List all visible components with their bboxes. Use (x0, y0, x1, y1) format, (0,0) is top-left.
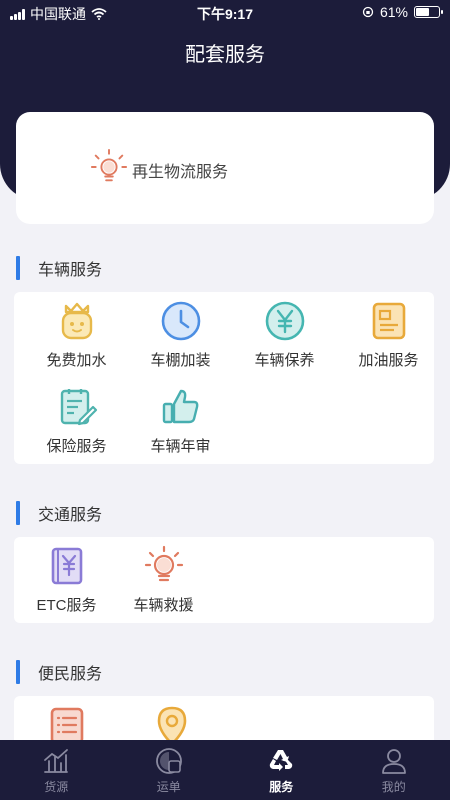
section-title-traffic: 交通服务 (16, 501, 102, 525)
section-title-convenience: 便民服务 (16, 660, 102, 684)
service-free-water[interactable]: 免费加水 (24, 292, 129, 376)
thumbs-up-icon (162, 389, 199, 424)
recycle-icon (270, 750, 293, 771)
edit-document-icon (60, 389, 98, 426)
tab-services[interactable]: 服务 (225, 740, 338, 800)
service-annual-inspection[interactable]: 车辆年审 (128, 378, 233, 462)
service-fuel[interactable]: 加油服务 (336, 292, 441, 376)
service-label: 免费加水 (46, 352, 107, 369)
user-icon (381, 749, 406, 774)
service-rescue[interactable]: 车辆救援 (111, 537, 216, 621)
crown-face-icon (61, 302, 93, 340)
section-title-text: 车辆服务 (38, 262, 103, 279)
tab-label: 货源 (44, 780, 69, 794)
service-label: 保险服务 (46, 438, 107, 455)
service-etc[interactable]: ETC服务 (14, 537, 119, 621)
service-insurance[interactable]: 保险服务 (24, 378, 129, 462)
service-maintenance[interactable]: 车辆保养 (232, 292, 337, 376)
battery-icon (414, 6, 443, 18)
service-label: 车棚加装 (150, 352, 211, 369)
waybill-icon (155, 748, 182, 774)
lightbulb-icon (90, 148, 128, 182)
section-title-vehicle: 车辆服务 (16, 256, 102, 280)
featured-service-label: 再生物流服务 (132, 164, 229, 181)
service-label: ETC服务 (36, 597, 97, 614)
tab-label: 运单 (156, 780, 181, 794)
id-card-icon (372, 302, 406, 340)
tab-mine[interactable]: 我的 (338, 740, 450, 800)
tab-label: 服务 (269, 780, 294, 794)
tab-label: 我的 (381, 780, 406, 794)
tab-cargo-source[interactable]: 货源 (0, 740, 113, 800)
service-carport-install[interactable]: 车棚加装 (128, 292, 233, 376)
chart-icon (44, 749, 69, 773)
tab-waybill[interactable]: 运单 (113, 740, 226, 800)
service-label: 车辆保养 (254, 352, 315, 369)
tab-bar: 货源 运单 服务 我的 (0, 740, 450, 800)
page-title: 配套服务 (185, 44, 265, 66)
status-bar: 中国联通 下午9:17 61% (0, 0, 450, 26)
service-label: 车辆救援 (133, 597, 194, 614)
section-title-text: 交通服务 (38, 507, 103, 524)
status-right: 61% (362, 4, 443, 20)
battery-percent: 61% (379, 4, 408, 20)
section-title-text: 便民服务 (38, 666, 103, 683)
section-accent-bar (16, 501, 20, 525)
yen-circle-icon (265, 301, 305, 341)
service-label: 加油服务 (358, 352, 419, 369)
vehicle-services-card: 免费加水 车棚加装 车辆保养 加油服务 保险服务 车辆年审 (14, 292, 434, 464)
clock-icon (161, 301, 201, 341)
yen-notebook-icon (51, 547, 83, 585)
traffic-services-card: ETC服务 车辆救援 (14, 537, 434, 623)
section-accent-bar (16, 256, 20, 280)
section-accent-bar (16, 660, 20, 684)
featured-service-card[interactable]: 再生物流服务 (16, 112, 434, 224)
orientation-lock-icon (362, 6, 374, 18)
service-label: 车辆年审 (150, 438, 211, 455)
lightbulb-icon (144, 545, 184, 582)
